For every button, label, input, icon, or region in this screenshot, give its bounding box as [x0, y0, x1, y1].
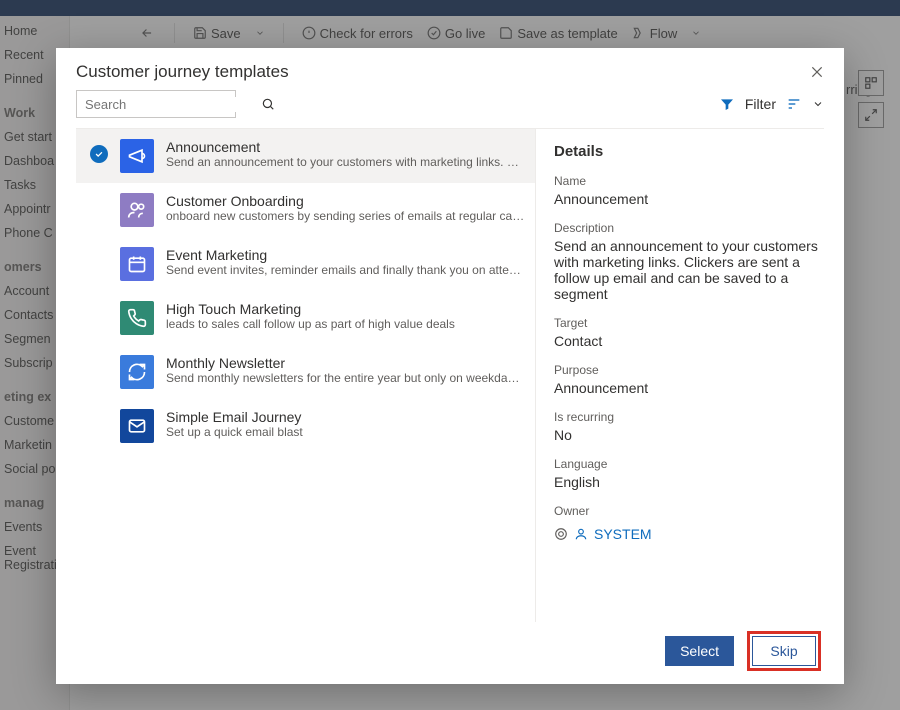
detail-language-label: Language [554, 457, 820, 471]
sort-icon[interactable] [786, 96, 802, 112]
mail-icon [120, 409, 154, 443]
detail-purpose: Announcement [554, 380, 820, 396]
selection-indicator-icon [90, 307, 108, 325]
target-icon [554, 527, 568, 541]
search-field[interactable] [85, 97, 261, 112]
template-description: Send monthly newsletters for the entire … [166, 371, 525, 385]
selection-indicator-icon [90, 361, 108, 379]
chevron-down-icon[interactable] [812, 98, 824, 110]
selection-indicator-icon [90, 253, 108, 271]
template-item[interactable]: AnnouncementSend an announcement to your… [76, 129, 535, 183]
detail-recurring-label: Is recurring [554, 410, 820, 424]
detail-name: Announcement [554, 191, 820, 207]
template-item[interactable]: High Touch Marketingleads to sales call … [76, 291, 535, 345]
onboard-icon [120, 193, 154, 227]
template-description: leads to sales call follow up as part of… [166, 317, 525, 331]
details-heading: Details [554, 143, 820, 160]
template-title: Monthly Newsletter [166, 355, 525, 371]
template-item[interactable]: Monthly NewsletterSend monthly newslette… [76, 345, 535, 399]
template-description: Send an announcement to your customers w… [166, 155, 525, 169]
filter-button[interactable]: Filter [745, 96, 776, 112]
skip-button[interactable]: Skip [752, 636, 816, 666]
dialog-title: Customer journey templates [76, 62, 289, 82]
template-description: Send event invites, reminder emails and … [166, 263, 525, 277]
detail-target: Contact [554, 333, 820, 349]
detail-owner[interactable]: SYSTEM [594, 526, 652, 542]
template-title: High Touch Marketing [166, 301, 525, 317]
template-description: onboard new customers by sending series … [166, 209, 525, 223]
megaphone-icon [120, 139, 154, 173]
selection-indicator-icon [90, 145, 108, 163]
detail-description-label: Description [554, 221, 820, 235]
template-description: Set up a quick email blast [166, 425, 525, 439]
close-icon[interactable] [810, 65, 824, 79]
template-item[interactable]: Customer Onboardingonboard new customers… [76, 183, 535, 237]
search-icon[interactable] [261, 97, 275, 111]
detail-recurring: No [554, 427, 820, 443]
templates-dialog: Customer journey templates Filter Announ [56, 48, 844, 684]
detail-target-label: Target [554, 316, 820, 330]
template-item[interactable]: Event MarketingSend event invites, remin… [76, 237, 535, 291]
detail-description: Send an announcement to your customers w… [554, 238, 820, 302]
filter-icon[interactable] [719, 96, 735, 112]
detail-owner-label: Owner [554, 504, 820, 518]
calendar-icon [120, 247, 154, 281]
template-title: Customer Onboarding [166, 193, 525, 209]
detail-language: English [554, 474, 820, 490]
selection-indicator-icon [90, 415, 108, 433]
template-title: Event Marketing [166, 247, 525, 263]
refresh-icon [120, 355, 154, 389]
template-list[interactable]: AnnouncementSend an announcement to your… [76, 129, 536, 622]
phone-icon [120, 301, 154, 335]
detail-purpose-label: Purpose [554, 363, 820, 377]
person-icon [574, 527, 588, 541]
template-item[interactable]: Simple Email JourneySet up a quick email… [76, 399, 535, 453]
template-title: Simple Email Journey [166, 409, 525, 425]
template-title: Announcement [166, 139, 525, 155]
details-panel: Details Name Announcement Description Se… [536, 129, 824, 622]
search-input[interactable] [76, 90, 236, 118]
detail-name-label: Name [554, 174, 820, 188]
selection-indicator-icon [90, 199, 108, 217]
select-button[interactable]: Select [665, 636, 734, 666]
